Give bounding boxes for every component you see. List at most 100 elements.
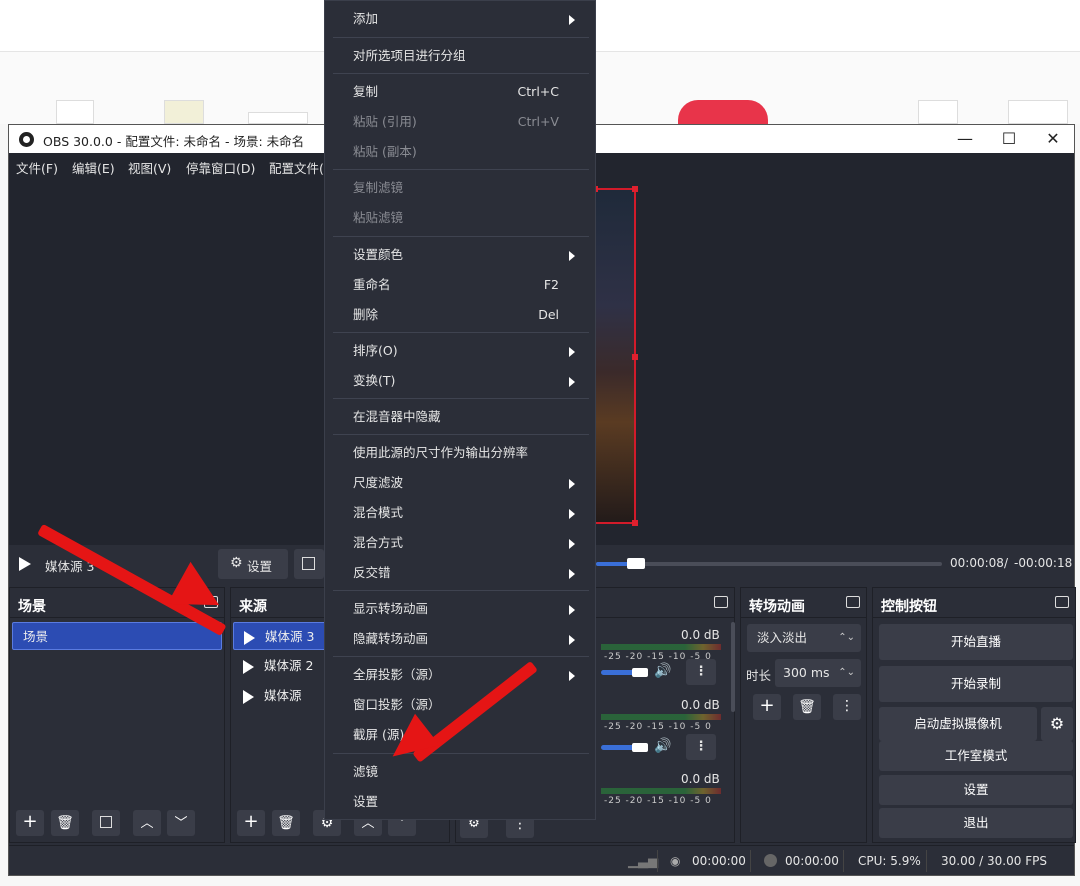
transition-properties-button[interactable]: ⋮ (833, 694, 861, 720)
record-icon (764, 854, 777, 867)
preview-source-image[interactable] (592, 186, 638, 526)
source-item[interactable]: 媒体源 (233, 682, 333, 710)
undock-icon[interactable] (846, 596, 860, 608)
start-recording-button[interactable]: 开始录制 (879, 666, 1073, 702)
play-icon[interactable] (19, 557, 31, 571)
mixer-scrollbar[interactable] (731, 622, 735, 712)
meter-ticks: -25 -20 -15 -10 -5 0 (604, 796, 712, 806)
settings-button-label: 设置 (247, 559, 273, 574)
menu-item-filters[interactable]: 滤镜 (353, 757, 583, 787)
gear-icon: ⚙ (1049, 714, 1065, 733)
resize-handle[interactable] (632, 354, 638, 360)
menu-item-order[interactable]: 排序(O) (353, 336, 583, 366)
source-item[interactable]: 媒体源 2 (233, 652, 333, 680)
mixer-level: 0.0 dB (681, 628, 720, 642)
menu-item-blending-method[interactable]: 混合方式 (353, 528, 583, 558)
background-thumbnail (918, 100, 958, 124)
menu-item-label: 在混音器中隐藏 (353, 409, 441, 424)
menu-view[interactable]: 视图(V) (128, 158, 171, 177)
menu-item-delete[interactable]: 删除 Del (353, 300, 583, 330)
duration-spinbox[interactable]: 300 ms ⌃⌄ (775, 659, 861, 687)
menu-profile[interactable]: 配置文件( (269, 158, 324, 177)
menu-file[interactable]: 文件(F) (16, 158, 58, 177)
media-seek-knob[interactable] (626, 558, 645, 569)
remove-transition-button[interactable]: 🗑 (793, 694, 821, 720)
add-source-button[interactable]: + (237, 810, 265, 836)
filters-button[interactable] (294, 549, 324, 579)
menu-item-resize-output[interactable]: 使用此源的尺寸作为输出分辨率 (353, 438, 583, 468)
signal-icon: ▁▃▅ (628, 854, 658, 869)
settings-button[interactable]: ⚙ 设置 (218, 549, 288, 579)
media-time-separator: / (1004, 556, 1009, 570)
meter-ticks: -25 -20 -15 -10 -5 0 (604, 722, 712, 732)
window-title: OBS 30.0.0 - 配置文件: 未命名 - 场景: 未命名 (43, 134, 305, 149)
undock-icon[interactable] (714, 596, 728, 608)
exit-button[interactable]: 退出 (879, 808, 1073, 838)
source-item-label: 媒体源 3 (265, 629, 315, 644)
menu-item-deinterlacing[interactable]: 反交错 (353, 558, 583, 588)
add-scene-button[interactable]: + (16, 810, 44, 836)
close-button[interactable]: ✕ (1033, 127, 1073, 151)
menu-item-scale-filtering[interactable]: 尺度滤波 (353, 468, 583, 498)
start-streaming-button[interactable]: 开始直播 (879, 624, 1073, 660)
remove-scene-button[interactable]: 🗑 (51, 810, 79, 836)
media-seek-fill (596, 562, 631, 566)
menu-item-rename[interactable]: 重命名 F2 (353, 270, 583, 300)
menu-item-label: 复制 (353, 84, 379, 99)
minimize-button[interactable]: — (945, 127, 985, 151)
speaker-icon[interactable]: 🔊 (654, 738, 671, 754)
menu-item-shortcut: Ctrl+C (517, 84, 559, 99)
mixer-menu-button[interactable]: ⋮ (686, 734, 716, 760)
start-virtual-camera-button[interactable]: 启动虚拟摄像机 (879, 707, 1037, 741)
menu-item-show-transition[interactable]: 显示转场动画 (353, 594, 583, 624)
menu-edit[interactable]: 编辑(E) (72, 158, 115, 177)
volume-slider-knob[interactable] (632, 743, 648, 752)
submenu-arrow-icon (569, 377, 575, 387)
background-thumbnail (56, 100, 94, 124)
menu-item-properties[interactable]: 设置 (353, 787, 583, 817)
mixer-level: 0.0 dB (681, 772, 720, 786)
remove-source-button[interactable]: 🗑 (272, 810, 300, 836)
scene-item-label: 场景 (23, 629, 49, 644)
move-scene-up-button[interactable]: ︿ (133, 810, 161, 836)
undock-icon[interactable] (1055, 596, 1069, 608)
media-seek-bar[interactable] (596, 562, 942, 566)
settings-button[interactable]: 设置 (879, 775, 1073, 805)
scene-filters-button[interactable] (92, 810, 120, 836)
resize-handle[interactable] (632, 520, 638, 526)
maximize-button[interactable]: ☐ (989, 127, 1029, 151)
menu-item-blending-mode[interactable]: 混合模式 (353, 498, 583, 528)
transitions-dock: 转场动画 淡入淡出 ⌃⌄ 时长 300 ms ⌃⌄ + 🗑 ⋮ (740, 587, 867, 843)
menu-item-add[interactable]: 添加 (353, 4, 583, 34)
menu-item-label: 混合模式 (353, 505, 404, 520)
transition-select[interactable]: 淡入淡出 ⌃⌄ (747, 624, 861, 652)
menu-item-label: 对所选项目进行分组 (353, 48, 466, 63)
menu-item-copy[interactable]: 复制 Ctrl+C (353, 77, 583, 107)
menu-separator (333, 37, 589, 38)
scene-item[interactable]: 场景 (12, 622, 222, 650)
menu-docks[interactable]: 停靠窗口(D) (186, 158, 255, 177)
menu-item-group-selected[interactable]: 对所选项目进行分组 (353, 41, 583, 71)
menu-separator (333, 398, 589, 399)
menu-item-hide-in-mixer[interactable]: 在混音器中隐藏 (353, 402, 583, 432)
spin-icon[interactable]: ⌃⌄ (838, 659, 855, 687)
submenu-arrow-icon (569, 251, 575, 261)
sources-title: 来源 (239, 599, 267, 615)
menu-item-label: 变换(T) (353, 373, 396, 388)
add-transition-button[interactable]: + (753, 694, 781, 720)
menu-item-label: 隐藏转场动画 (353, 631, 429, 646)
volume-slider-knob[interactable] (632, 668, 648, 677)
menu-item-label: 添加 (353, 11, 379, 26)
resize-handle[interactable] (632, 186, 638, 192)
studio-mode-button[interactable]: 工作室模式 (879, 741, 1073, 771)
submenu-arrow-icon (569, 15, 575, 25)
menu-item-transform[interactable]: 变换(T) (353, 366, 583, 396)
menu-item-hide-transition[interactable]: 隐藏转场动画 (353, 624, 583, 654)
mixer-menu-button[interactable]: ⋮ (686, 659, 716, 685)
virtual-camera-settings-button[interactable]: ⚙ (1041, 707, 1073, 741)
menu-item-set-color[interactable]: 设置颜色 (353, 240, 583, 270)
move-scene-down-button[interactable]: ﹀ (167, 810, 195, 836)
source-item[interactable]: 媒体源 3 (233, 622, 333, 650)
menu-item-fullscreen-projector[interactable]: 全屏投影（源） (353, 660, 583, 690)
speaker-icon[interactable]: 🔊 (654, 663, 671, 679)
